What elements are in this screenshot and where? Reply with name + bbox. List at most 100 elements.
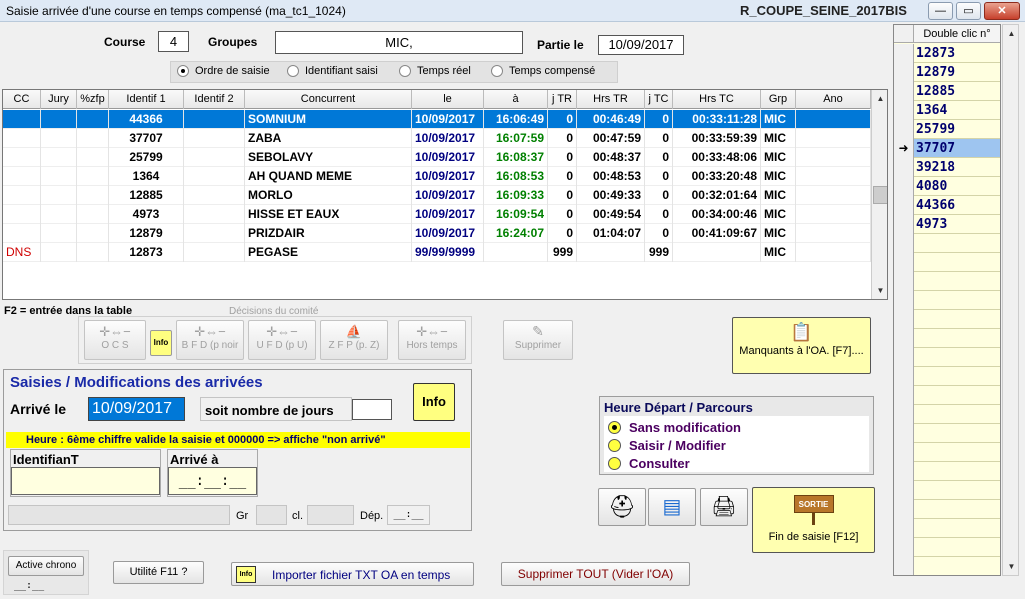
- list-header[interactable]: Double clic n°: [914, 25, 1000, 43]
- col-concurrent[interactable]: Concurrent: [245, 90, 412, 109]
- list-item[interactable]: [894, 557, 1000, 575]
- results-table[interactable]: CC Jury %zfp Identif 1 Identif 2 Concurr…: [2, 89, 888, 300]
- list-item[interactable]: [894, 272, 1000, 291]
- col-jtr[interactable]: j TR: [548, 90, 577, 109]
- supprimer-tout-button[interactable]: Supprimer TOUT (Vider l'OA): [501, 562, 690, 586]
- info-icon[interactable]: Info: [150, 330, 172, 356]
- option-saisir-modifier[interactable]: Saisir / Modifier: [608, 438, 726, 453]
- list-item[interactable]: [894, 405, 1000, 424]
- list-item[interactable]: [894, 329, 1000, 348]
- list-item[interactable]: [894, 386, 1000, 405]
- col-identif2[interactable]: Identif 2: [184, 90, 245, 109]
- list-item[interactable]: 4080: [894, 177, 1000, 196]
- identifiant-field[interactable]: [11, 467, 160, 495]
- row-gutter: [894, 234, 914, 253]
- sort-option-temps-compense[interactable]: Temps compensé: [491, 65, 595, 77]
- sailor-icon[interactable]: ⛑: [598, 488, 646, 526]
- groupes-field[interactable]: MIC,: [275, 31, 523, 54]
- manquants-button[interactable]: 📋 Manquants à l'OA. [F7]....: [732, 317, 871, 374]
- bfd-button[interactable]: ✛⇔− B F D (p noir: [176, 320, 244, 360]
- scroll-up-icon[interactable]: ▲: [1004, 26, 1019, 41]
- table-row[interactable]: 25799 SEBOLAVY 10/09/2017 16:08:37 0 00:48:37…: [3, 148, 871, 167]
- list-item[interactable]: ➜ 37707: [894, 139, 1000, 158]
- cell-cc: [3, 167, 41, 186]
- list-item[interactable]: [894, 367, 1000, 386]
- list-item[interactable]: [894, 310, 1000, 329]
- list-item[interactable]: [894, 291, 1000, 310]
- table-row[interactable]: 1364 AH QUAND MEME 10/09/2017 16:08:53 0 00:4…: [3, 167, 871, 186]
- list-item[interactable]: 4973: [894, 215, 1000, 234]
- list-item[interactable]: [894, 253, 1000, 272]
- list-item[interactable]: 12885: [894, 82, 1000, 101]
- option-consulter[interactable]: Consulter: [608, 456, 690, 471]
- info-icon[interactable]: Info: [413, 383, 455, 421]
- list-item[interactable]: 39218: [894, 158, 1000, 177]
- col-hrstc[interactable]: Hrs TC: [673, 90, 761, 109]
- cell-concurrent: MORLO: [245, 186, 412, 205]
- fin-saisie-button[interactable]: SORTIE Fin de saisie [F12]: [752, 487, 875, 553]
- col-jtc[interactable]: j TC: [645, 90, 673, 109]
- col-zfp[interactable]: %zfp: [77, 90, 109, 109]
- list-item[interactable]: [894, 424, 1000, 443]
- close-icon[interactable]: ✕: [984, 2, 1020, 20]
- arrive-a-field[interactable]: __:__:__: [168, 467, 257, 495]
- course-field[interactable]: 4: [158, 31, 189, 52]
- ufd-button[interactable]: ✛⇔− U F D (p U): [248, 320, 316, 360]
- list-item[interactable]: [894, 538, 1000, 557]
- col-identif1[interactable]: Identif 1: [109, 90, 184, 109]
- hors-temps-button[interactable]: ✛⇔− Hors temps: [398, 320, 466, 360]
- zfp-button[interactable]: ⛵ Z F P (p. Z): [320, 320, 388, 360]
- list-item[interactable]: 12873: [894, 44, 1000, 63]
- list-scrollbar[interactable]: ▲ ▼: [1002, 24, 1019, 576]
- list-item[interactable]: 12879: [894, 63, 1000, 82]
- arrival-list[interactable]: Double clic n° 12873 12879 12885 1364 25799 ➜…: [893, 24, 1001, 576]
- arrive-le-field[interactable]: 10/09/2017: [88, 397, 185, 421]
- col-le[interactable]: le: [412, 90, 484, 109]
- table-row[interactable]: 44366 SOMNIUM 10/09/2017 16:06:49 0 00:46:49 0…: [3, 110, 871, 129]
- table-row[interactable]: 4973 HISSE ET EAUX 10/09/2017 16:09:54 0 00:4…: [3, 205, 871, 224]
- importer-button[interactable]: Info Importer fichier TXT OA en temps: [231, 562, 474, 586]
- table-scrollbar[interactable]: ▲ ▼: [871, 90, 887, 299]
- sort-option-ordre[interactable]: Ordre de saisie: [177, 65, 270, 77]
- table-row[interactable]: 12885 MORLO 10/09/2017 16:09:33 0 00:49:33 0 00…: [3, 186, 871, 205]
- scroll-up-icon[interactable]: ▲: [873, 91, 887, 106]
- minimize-icon[interactable]: —: [928, 2, 953, 20]
- scroll-down-icon[interactable]: ▼: [1004, 559, 1019, 574]
- panel-icon[interactable]: ▤: [648, 488, 696, 526]
- partie-field[interactable]: 10/09/2017: [598, 35, 684, 55]
- col-ano[interactable]: Ano: [796, 90, 871, 109]
- list-item[interactable]: 44366: [894, 196, 1000, 215]
- list-item[interactable]: [894, 519, 1000, 538]
- cell-zfp: [77, 205, 109, 224]
- option-sans-modification[interactable]: Sans modification: [608, 420, 741, 435]
- list-item[interactable]: [894, 443, 1000, 462]
- sort-option-temps-reel[interactable]: Temps réel: [399, 65, 471, 77]
- col-grp[interactable]: Grp: [761, 90, 796, 109]
- table-row[interactable]: 37707 ZABA 10/09/2017 16:07:59 0 00:47:59 0 00:…: [3, 129, 871, 148]
- sort-option-identifiant[interactable]: Identifiant saisi: [287, 65, 378, 77]
- maximize-icon[interactable]: ▭: [956, 2, 981, 20]
- list-item[interactable]: 25799: [894, 120, 1000, 139]
- list-item[interactable]: [894, 348, 1000, 367]
- list-item[interactable]: [894, 234, 1000, 253]
- scroll-thumb[interactable]: [873, 186, 887, 204]
- supprimer-button[interactable]: ✎ Supprimer: [503, 320, 573, 360]
- time-entry-hint: Heure : 6ème chiffre valide la saisie et…: [6, 432, 470, 448]
- utilite-button[interactable]: Utilité F11 ?: [113, 561, 204, 584]
- ocs-button[interactable]: ✛⇔− O C S: [84, 320, 146, 360]
- col-cc[interactable]: CC: [3, 90, 41, 109]
- col-a[interactable]: à: [484, 90, 548, 109]
- printer-icon[interactable]: 🖨: [700, 488, 748, 526]
- list-item[interactable]: [894, 462, 1000, 481]
- scroll-down-icon[interactable]: ▼: [873, 283, 887, 298]
- list-item[interactable]: [894, 500, 1000, 519]
- active-chrono-button[interactable]: Active chrono: [8, 556, 84, 576]
- list-item[interactable]: [894, 481, 1000, 500]
- table-row[interactable]: 12879 PRIZDAIR 10/09/2017 16:24:07 0 01:04:07…: [3, 224, 871, 243]
- col-jury[interactable]: Jury: [41, 90, 77, 109]
- table-row[interactable]: DNS 12873 PEGASE 99/99/9999 999 999 MIC: [3, 243, 871, 262]
- list-item[interactable]: 1364: [894, 101, 1000, 120]
- col-hrstr[interactable]: Hrs TR: [577, 90, 645, 109]
- nb-jours-field[interactable]: [352, 399, 392, 420]
- zfp-icon: ⛵: [345, 324, 363, 339]
